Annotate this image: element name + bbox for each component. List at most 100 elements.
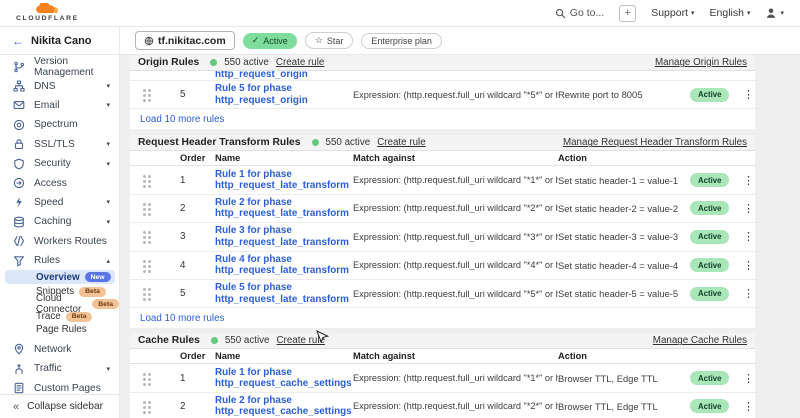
user-menu[interactable]: ▾ (765, 7, 784, 19)
user-icon (765, 7, 777, 19)
chevron-down-icon: ▾ (106, 160, 110, 168)
rule-name-link[interactable]: Rule 1 for phase http_request_late_trans… (215, 169, 353, 192)
funnel-icon (13, 255, 25, 267)
rule-name-link[interactable]: Rule 2 for phase http_request_cache_sett… (215, 395, 353, 418)
table-column-headers: Order Name Match against Action (130, 349, 755, 364)
go-to-search[interactable]: Go to... (555, 7, 604, 19)
rule-name-link[interactable]: Rule 5 for phase http_request_origin (215, 83, 353, 106)
rule-order: 5 (180, 89, 215, 100)
create-rule-link[interactable]: Create rule (276, 57, 324, 68)
sidebar-item-page-rules[interactable]: Page Rules (0, 323, 119, 336)
cloudflare-logo[interactable]: CLOUDFLARE (16, 3, 79, 23)
drag-handle-icon[interactable] (143, 231, 146, 234)
mouse-cursor (316, 330, 329, 345)
access-icon (13, 177, 25, 189)
status-badge: Active (690, 173, 729, 187)
sidebar-item-trace[interactable]: Trace Beta (0, 310, 119, 323)
sidebar-item-speed[interactable]: Speed ▾ (0, 193, 119, 212)
globe-icon (144, 36, 154, 46)
rule-action: Set static header-2 = value-2 (558, 203, 690, 214)
active-count: 550 active (326, 137, 371, 148)
drag-handle-icon[interactable] (143, 401, 146, 404)
rule-name-link[interactable]: Rule 1 for phase http_request_cache_sett… (215, 367, 353, 390)
column-action: Action (558, 351, 690, 361)
language-menu[interactable]: English ▾ (710, 7, 751, 19)
rule-action: Set static header-3 = value-3 (558, 231, 690, 242)
rule-name-link[interactable]: Rule 5 for phase http_request_late_trans… (215, 282, 353, 305)
pin-icon (13, 343, 25, 355)
sidebar-item-version-management[interactable]: Version Management (0, 57, 119, 76)
star-icon: ☆ (315, 35, 323, 46)
sidebar-item-network[interactable]: Network (0, 340, 119, 359)
add-site-button[interactable]: + (619, 5, 636, 22)
drag-handle-icon[interactable] (143, 175, 146, 178)
rule-name-link[interactable]: Rule 2 for phase http_request_late_trans… (215, 197, 353, 220)
sidebar-item-workers-routes[interactable]: Workers Routes (0, 232, 119, 251)
manage-cache-rules-link[interactable]: Manage Cache Rules (653, 335, 747, 346)
status-badge: Active (690, 371, 729, 385)
sidebar-item-overview[interactable]: Overview New (5, 270, 115, 284)
row-menu-button[interactable]: ⋮ (743, 88, 754, 101)
account-name[interactable]: Nikita Cano (31, 35, 92, 47)
load-more-rules-link[interactable]: Load 10 more rules (130, 109, 755, 129)
table-row-partial: http_request_origin (130, 71, 755, 81)
manage-origin-rules-link[interactable]: Manage Origin Rules (655, 57, 747, 68)
drag-handle-icon[interactable] (143, 203, 146, 206)
star-button[interactable]: ☆ Star (305, 32, 354, 49)
drag-handle-icon[interactable] (143, 260, 146, 263)
sidebar-item-email[interactable]: Email ▾ (0, 96, 119, 115)
chevron-down-icon: ▾ (106, 82, 110, 90)
row-menu-button[interactable]: ⋮ (743, 372, 754, 385)
sidebar-item-rules[interactable]: Rules ▴ (0, 251, 119, 270)
rule-name-link[interactable]: Rule 4 for phase http_request_late_trans… (215, 254, 353, 277)
status-dot-icon (210, 59, 217, 66)
row-menu-button[interactable]: ⋮ (743, 174, 754, 187)
column-name: Name (215, 351, 353, 361)
active-count: 550 active (224, 57, 269, 68)
chevron-down-icon: ▾ (780, 9, 784, 17)
zone-domain[interactable]: tf.nikitac.com (135, 31, 235, 50)
column-action: Action (558, 153, 690, 163)
table-row: 4 Rule 4 for phase http_request_late_tra… (130, 252, 755, 280)
rule-order: 2 (180, 203, 215, 214)
column-match-against: Match against (353, 153, 558, 163)
collapse-sidebar-button[interactable]: « Collapse sidebar (0, 394, 119, 418)
rule-name-link[interactable]: Rule 3 for phase http_request_late_trans… (215, 225, 353, 248)
row-menu-button[interactable]: ⋮ (743, 230, 754, 243)
row-menu-button[interactable]: ⋮ (743, 202, 754, 215)
rule-match-expression: Expression: (http.request.full_uri wildc… (353, 232, 558, 242)
table-row: 1 Rule 1 for phase http_request_cache_se… (130, 364, 755, 392)
drag-handle-icon[interactable] (143, 288, 146, 291)
lightning-icon (13, 196, 25, 208)
top-nav: CLOUDFLARE Go to... + Support ▾ English … (0, 0, 800, 27)
cache-rules-header: Cache Rules 550 active Create rule Manag… (130, 333, 755, 349)
chevron-down-icon: ▾ (691, 9, 695, 17)
row-menu-button[interactable]: ⋮ (743, 287, 754, 300)
rule-name-link[interactable]: http_request_origin (215, 71, 755, 80)
back-arrow-icon[interactable]: ← (12, 34, 24, 48)
load-more-rules-link[interactable]: Load 10 more rules (130, 308, 755, 328)
sidebar-item-dns[interactable]: DNS ▾ (0, 76, 119, 95)
sidebar-item-cloud-connector[interactable]: Cloud Connector Beta (0, 298, 119, 311)
sidebar-item-ssl-tls[interactable]: SSL/TLS ▾ (0, 135, 119, 154)
row-menu-button[interactable]: ⋮ (743, 259, 754, 272)
rule-action: Browser TTL, Edge TTL (558, 373, 690, 384)
new-badge: New (85, 272, 111, 282)
create-rule-link[interactable]: Create rule (377, 137, 425, 148)
manage-request-header-transform-rules-link[interactable]: Manage Request Header Transform Rules (563, 137, 747, 148)
sidebar-item-spectrum[interactable]: Spectrum (0, 115, 119, 134)
table-row: 2 Rule 2 for phase http_request_cache_se… (130, 393, 755, 418)
support-menu[interactable]: Support ▾ (651, 7, 694, 19)
section-title: Cache Rules (138, 335, 200, 346)
sidebar-item-security[interactable]: Security ▾ (0, 154, 119, 173)
drag-handle-icon[interactable] (143, 373, 146, 376)
chevron-up-icon: ▴ (106, 257, 110, 265)
row-menu-button[interactable]: ⋮ (743, 400, 754, 413)
sidebar-item-access[interactable]: Access (0, 173, 119, 192)
section-title: Request Header Transform Rules (138, 137, 301, 148)
drag-handle-icon[interactable] (143, 89, 146, 92)
sidebar-item-caching[interactable]: Caching ▾ (0, 212, 119, 231)
main-content: Origin Rules 550 active Create rule Mana… (120, 55, 800, 418)
dns-icon (13, 80, 25, 92)
sidebar-item-traffic[interactable]: Traffic ▾ (0, 359, 119, 378)
